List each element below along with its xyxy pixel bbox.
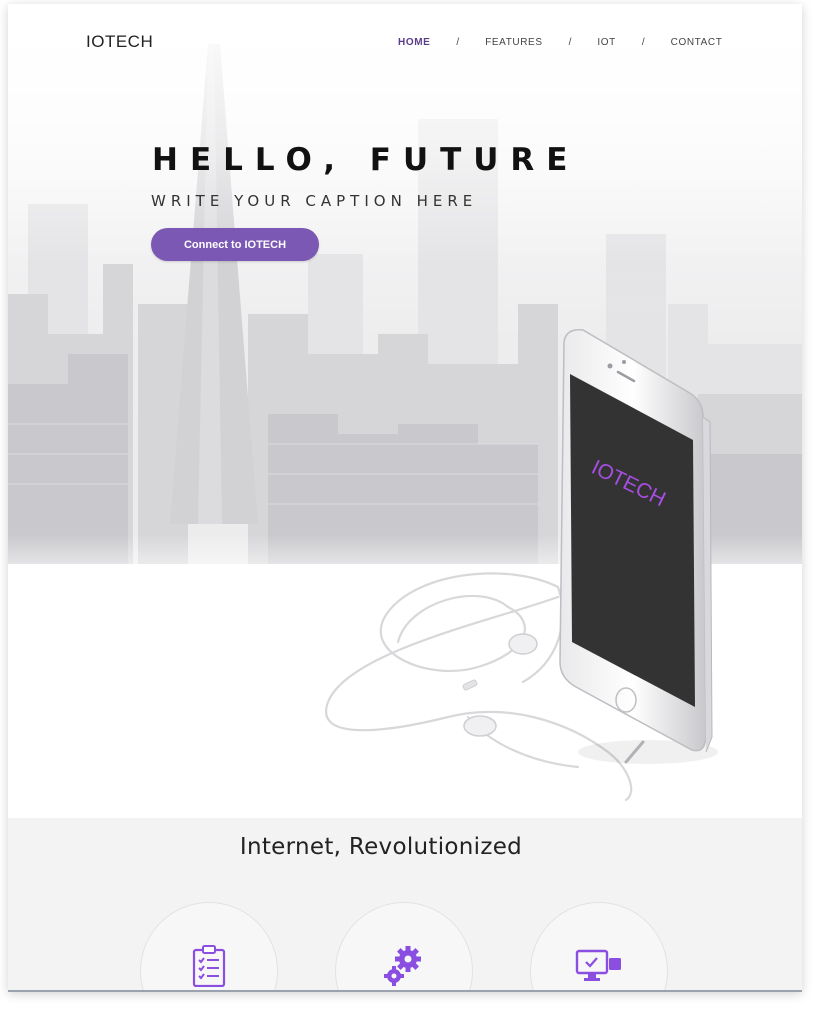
features-section: Internet, Revolutionized xyxy=(8,818,802,992)
bottom-border xyxy=(8,990,802,992)
gears-icon xyxy=(384,946,421,986)
hero-title: HELLO, FUTURE xyxy=(152,142,580,178)
main-nav: HOME / FEATURES / IOT / CONTACT xyxy=(398,37,722,48)
feature-card-checklist[interactable] xyxy=(140,902,278,992)
connect-button[interactable]: Connect to IOTECH xyxy=(151,228,319,261)
nav-separator: / xyxy=(568,37,572,48)
nav-item-contact[interactable]: CONTACT xyxy=(671,37,723,48)
nav-separator: / xyxy=(641,37,645,48)
nav-separator: / xyxy=(456,37,460,48)
clipboard-checklist-icon xyxy=(192,945,226,987)
monitor-device-icon xyxy=(575,949,621,981)
nav-item-home[interactable]: HOME xyxy=(398,37,430,48)
site-logo[interactable]: IOTECH xyxy=(86,32,153,52)
features-title: Internet, Revolutionized xyxy=(239,834,523,860)
feature-card-gears[interactable] xyxy=(335,902,473,992)
feature-card-devices[interactable] xyxy=(530,902,668,992)
nav-item-iot[interactable]: IOT xyxy=(597,37,615,48)
page: IOTECH HOME / FEATURES / IOT / CONTACT H… xyxy=(8,4,802,992)
nav-item-features[interactable]: FEATURES xyxy=(485,37,542,48)
smartphone-image: IOTECH xyxy=(325,329,718,802)
hero-caption: WRITE YOUR CAPTION HERE xyxy=(151,192,478,210)
